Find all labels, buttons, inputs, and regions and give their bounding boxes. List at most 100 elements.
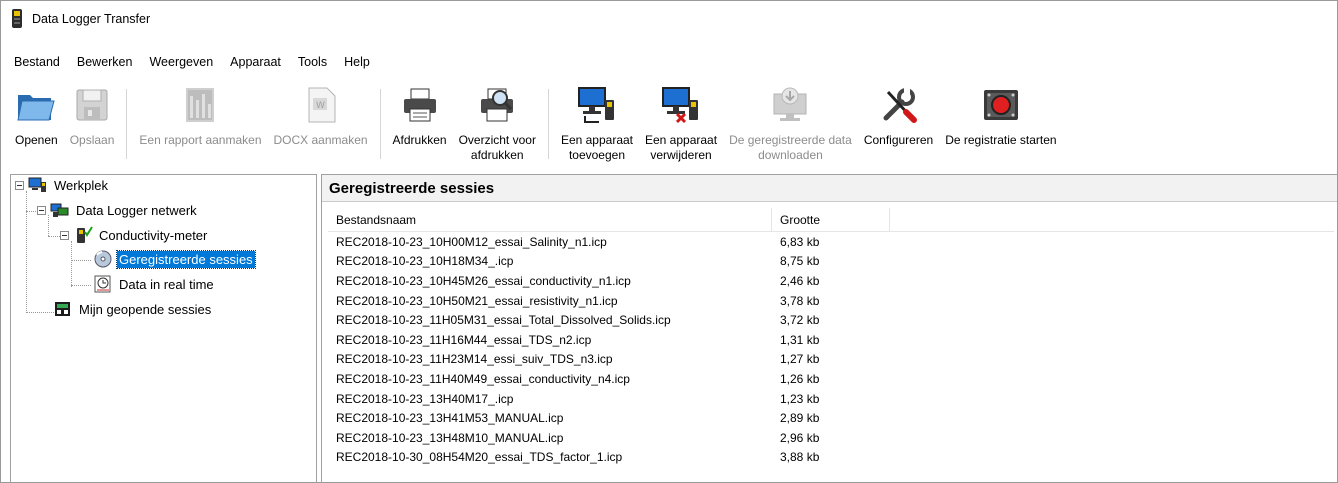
table-header: Bestandsnaam Grootte [328,207,1334,232]
toolbar-separator [126,89,128,159]
add-device-button[interactable]: Een apparaat toevoegen [555,83,639,173]
file-name-cell: REC2018-10-23_11H05M31_essai_Total_Disso… [336,313,671,328]
table-row[interactable]: REC2018-10-23_10H45M26_essai_conductivit… [328,271,1334,291]
file-name-cell: REC2018-10-23_11H23M14_essi_suiv_TDS_n3.… [336,352,613,367]
file-size-cell: 1,31 kb [780,332,820,347]
file-size-cell: 3,78 kb [780,293,820,308]
file-name-cell: REC2018-10-23_13H48M10_MANUAL.icp [336,430,564,445]
connected-device-icon [73,226,93,244]
create-docx-button[interactable]: W DOCX aanmaken [268,83,374,173]
add-device-icon [577,85,617,125]
file-name-cell: REC2018-10-30_08H54M20_essai_TDS_factor_… [336,450,623,465]
file-name-cell: REC2018-10-23_11H16M44_essai_TDS_n2.icp [336,332,592,347]
navigation-tree: Werkplek Data Logger netwerk Conductivit… [10,174,317,482]
remove-device-button[interactable]: Een apparaat verwijderen [639,83,723,173]
recorded-sessions-disc-icon [93,250,113,268]
menu-tools[interactable]: Tools [296,53,329,71]
collapse-toggle[interactable] [37,205,46,215]
title-bar: Data Logger Transfer [1,1,1337,37]
file-name-cell: REC2018-10-23_10H18M34_.icp [336,254,514,269]
save-button[interactable]: Opslaan [64,83,121,173]
menu-bestand[interactable]: Bestand [12,53,62,71]
column-header-empty [890,208,1334,232]
remove-device-icon [661,85,701,125]
file-size-cell: 2,89 kb [780,411,820,426]
file-name-cell: REC2018-10-23_11H40M49_essai_conductivit… [336,371,630,386]
table-row[interactable]: REC2018-10-23_13H48M10_MANUAL.icp 2,96 kb [328,428,1334,448]
file-name-cell: REC2018-10-23_13H40M17_.icp [336,391,514,406]
file-size-cell: 8,75 kb [780,254,820,269]
file-size-cell: 1,23 kb [780,391,820,406]
network-icon [50,201,70,219]
folder-open-icon [16,85,56,125]
realtime-clock-icon [93,275,113,293]
table-row[interactable]: REC2018-10-23_10H00M12_essai_Salinity_n1… [328,232,1334,252]
tree-item-conductivity-meter[interactable]: Conductivity-meter [60,225,209,245]
create-report-button[interactable]: Een rapport aanmaken [133,83,267,173]
tree-item-recorded-sessions[interactable]: Geregistreerde sessies [93,249,256,269]
file-size-cell: 3,88 kb [780,450,820,465]
tree-connector [26,191,27,313]
print-preview-button[interactable]: Overzicht voor afdrukken [453,83,542,173]
column-header-size[interactable]: Grootte [772,207,890,232]
file-name-cell: REC2018-10-23_10H50M21_essai_resistivity… [336,293,618,308]
sessions-table: Bestandsnaam Grootte REC2018-10-23_10H00… [328,207,1334,467]
tree-item-data-logger-network[interactable]: Data Logger netwerk [37,200,199,220]
menu-apparaat[interactable]: Apparaat [228,53,283,71]
save-disk-icon [72,85,112,125]
table-row[interactable]: REC2018-10-23_11H40M49_essai_conductivit… [328,369,1334,389]
file-name-cell: REC2018-10-23_13H41M53_MANUAL.icp [336,411,564,426]
file-name-cell: REC2018-10-23_10H45M26_essai_conductivit… [336,273,631,288]
tools-wrench-screwdriver-icon [879,85,919,125]
collapse-toggle[interactable] [60,230,69,240]
menu-bewerken[interactable]: Bewerken [75,53,135,71]
tree-item-realtime-data[interactable]: Data in real time [93,274,216,294]
table-row[interactable]: REC2018-10-23_11H23M14_essi_suiv_TDS_n3.… [328,350,1334,370]
column-header-filename[interactable]: Bestandsnaam [328,207,772,232]
record-icon [981,85,1021,125]
toolbar-separator [379,89,381,159]
data-logger-app-icon [10,9,24,29]
menu-bar: Bestand Bewerken Weergeven Apparaat Tool… [1,51,385,73]
table-row[interactable]: REC2018-10-23_11H05M31_essai_Total_Disso… [328,310,1334,330]
print-button[interactable]: Afdrukken [387,83,453,173]
file-size-cell: 2,46 kb [780,273,820,288]
file-size-cell: 2,96 kb [780,430,820,445]
table-row[interactable]: REC2018-10-23_10H18M34_.icp 8,75 kb [328,252,1334,272]
print-preview-icon [477,85,517,125]
collapse-toggle[interactable] [15,180,24,190]
app-window: Data Logger Transfer Bestand Bewerken We… [0,0,1338,483]
download-icon [770,85,810,125]
table-row[interactable]: REC2018-10-30_08H54M20_essai_TDS_factor_… [328,448,1334,468]
printer-icon [400,85,440,125]
menu-weergeven[interactable]: Weergeven [147,53,215,71]
tree-item-werkplek[interactable]: Werkplek [15,175,110,195]
table-row[interactable]: REC2018-10-23_13H41M53_MANUAL.icp 2,89 kb [328,408,1334,428]
table-body: REC2018-10-23_10H00M12_essai_Salinity_n1… [328,232,1334,467]
toolbar: Openen Opslaan Een rapport aanmaken W DO… [1,83,1337,173]
menu-help[interactable]: Help [342,53,372,71]
tree-connector [71,260,91,261]
configure-button[interactable]: Configureren [858,83,939,173]
table-row[interactable]: REC2018-10-23_10H50M21_essai_resistivity… [328,291,1334,311]
window-title: Data Logger Transfer [32,12,151,26]
report-icon [180,85,220,125]
toolbar-separator [547,89,549,159]
download-data-button[interactable]: De geregistreerde data downloaden [723,83,858,173]
tree-connector [71,285,91,286]
svg-text:W: W [316,101,325,111]
panel-title: Geregistreerde sessies [322,175,1337,202]
tree-item-my-open-sessions[interactable]: Mijn geopende sessies [53,299,213,319]
file-size-cell: 1,27 kb [780,352,820,367]
tree-connector [71,241,72,287]
workplace-computer-icon [28,176,48,194]
file-size-cell: 1,26 kb [780,371,820,386]
table-row[interactable]: REC2018-10-23_11H16M44_essai_TDS_n2.icp 1… [328,330,1334,350]
open-button[interactable]: Openen [9,83,64,173]
sessions-panel: Geregistreerde sessies Bestandsnaam Groo… [321,174,1337,482]
start-recording-button[interactable]: De registratie starten [939,83,1062,173]
word-document-icon: W [301,85,341,125]
file-name-cell: REC2018-10-23_10H00M12_essai_Salinity_n1… [336,234,607,249]
open-sessions-icon [53,300,73,318]
table-row[interactable]: REC2018-10-23_13H40M17_.icp 1,23 kb [328,389,1334,409]
